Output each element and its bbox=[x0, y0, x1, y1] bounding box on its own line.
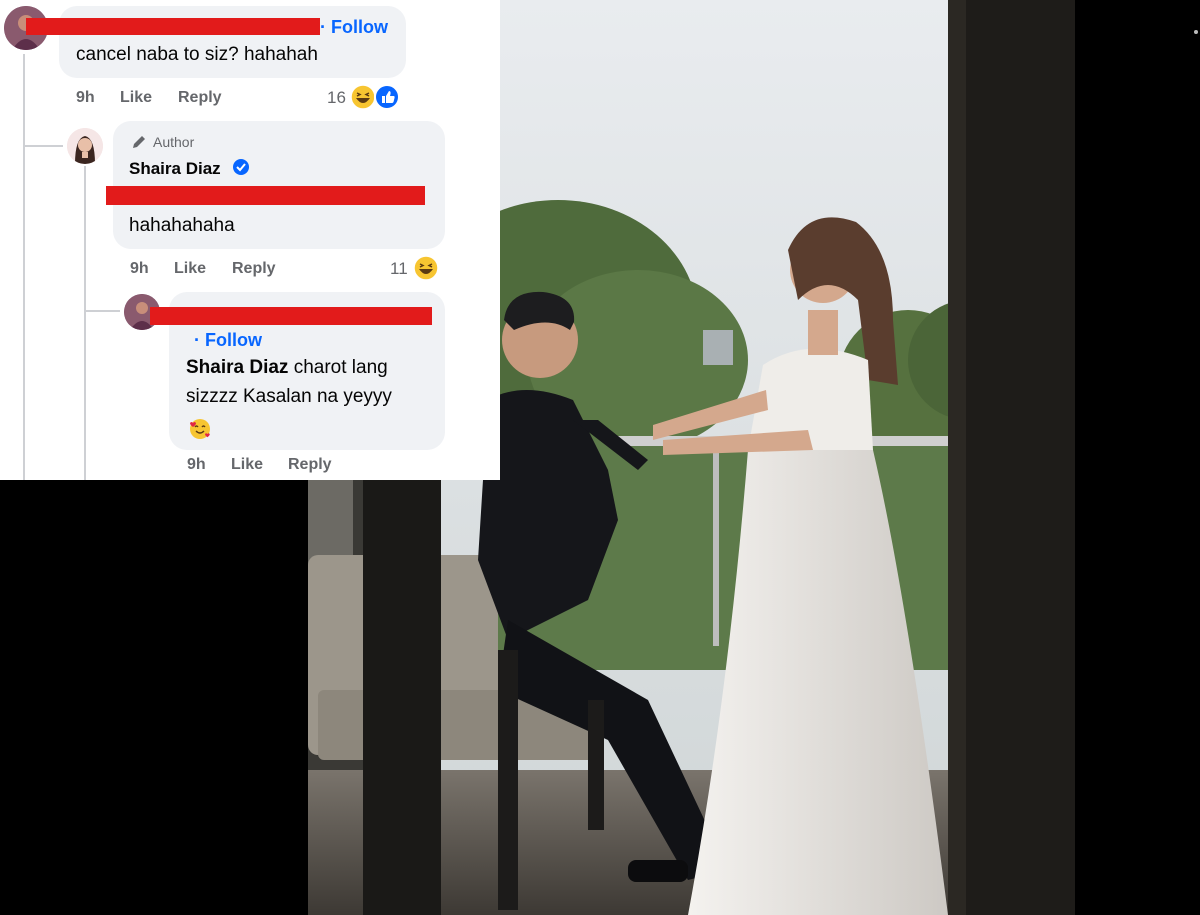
comment-text: cancel naba to siz? hahahah bbox=[76, 44, 318, 65]
avatar[interactable] bbox=[67, 128, 103, 164]
verified-badge-icon bbox=[233, 159, 249, 175]
thread-connector bbox=[84, 166, 86, 480]
commenter-name[interactable]: Shaira Diaz bbox=[129, 159, 221, 179]
reaction-count[interactable]: 11 bbox=[390, 259, 408, 279]
thread-connector bbox=[23, 54, 25, 480]
like-button[interactable]: Like bbox=[174, 260, 206, 278]
haha-icon bbox=[350, 84, 376, 110]
like-icon bbox=[374, 84, 400, 110]
thread-connector bbox=[84, 310, 120, 312]
reply-button[interactable]: Reply bbox=[288, 456, 332, 474]
comment-text: Shaira Diaz charot lang bbox=[186, 357, 388, 379]
like-button[interactable]: Like bbox=[231, 456, 263, 474]
smiling-face-with-hearts-icon bbox=[190, 419, 210, 439]
comment-text-line-2: sizzzz Kasalan na yeyyy bbox=[186, 386, 392, 407]
pencil-icon bbox=[133, 136, 145, 148]
haha-icon bbox=[413, 255, 439, 281]
redacted-text bbox=[106, 186, 425, 205]
thread-connector bbox=[23, 145, 63, 147]
comment-text: hahahahaha bbox=[129, 215, 235, 236]
like-button[interactable]: Like bbox=[120, 89, 152, 107]
mention-link[interactable]: Shaira Diaz bbox=[186, 357, 288, 378]
redacted-name bbox=[26, 18, 320, 35]
follow-link[interactable]: · Follow bbox=[194, 330, 262, 351]
edge-dot bbox=[1194, 30, 1198, 34]
comment-text-part: charot lang bbox=[288, 357, 388, 378]
comment-time[interactable]: 9h bbox=[187, 456, 206, 474]
reaction-count[interactable]: 16 bbox=[327, 88, 346, 108]
redacted-name bbox=[150, 307, 432, 325]
reply-button[interactable]: Reply bbox=[232, 260, 276, 278]
comment-thread-panel: · Follow cancel naba to siz? hahahah 9h … bbox=[0, 0, 500, 480]
comment-time[interactable]: 9h bbox=[130, 260, 149, 278]
author-badge: Author bbox=[153, 134, 195, 150]
follow-link[interactable]: · Follow bbox=[320, 17, 388, 38]
comment-time[interactable]: 9h bbox=[76, 89, 95, 107]
reply-button[interactable]: Reply bbox=[178, 89, 222, 107]
